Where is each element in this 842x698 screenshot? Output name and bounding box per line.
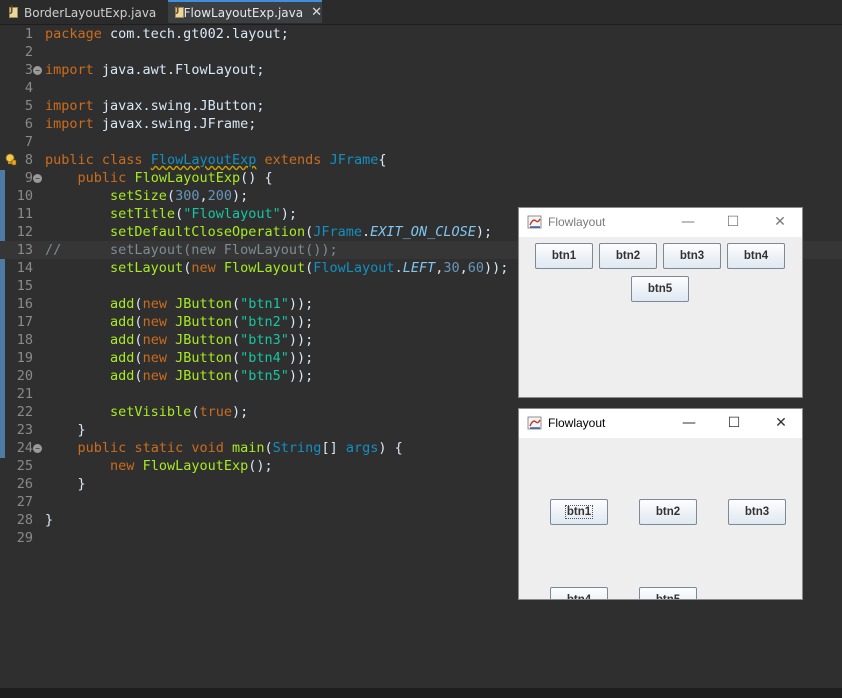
code-text: add(new JButton("btn4")); <box>110 350 314 366</box>
code-line[interactable]: 5 import javax.swing.JButton; <box>0 97 842 115</box>
btn4-button[interactable]: btn4 <box>727 243 785 269</box>
line-number: 29 <box>16 530 33 546</box>
line-number: 2 <box>24 44 33 60</box>
minimize-icon[interactable]: — <box>678 212 698 232</box>
line-number: 4 <box>24 80 33 96</box>
minimize-icon[interactable]: — <box>679 413 699 433</box>
java-file-icon <box>174 5 184 19</box>
line-number: 21 <box>16 386 33 402</box>
line-number: 22 <box>16 404 33 420</box>
code-line[interactable]: 2 <box>0 43 842 61</box>
code-text: setDefaultCloseOperation(JFrame.EXIT_ON_… <box>110 224 493 240</box>
code-text: add(new JButton("btn1")); <box>110 296 314 312</box>
tab-label: BorderLayoutExp.java <box>24 5 157 20</box>
java-file-icon <box>8 5 19 19</box>
code-text: import javax.swing.JFrame; <box>45 116 257 132</box>
code-text: add(new JButton("btn2")); <box>110 314 314 330</box>
code-text: public class FlowLayoutExp extends JFram… <box>45 152 387 168</box>
code-text: package com.tech.gt002.layout; <box>45 26 289 42</box>
window-title: Flowlayout <box>548 215 606 229</box>
btn3-button[interactable]: btn3 <box>663 243 721 269</box>
code-line[interactable]: 10 setSize(300,200); <box>0 187 842 205</box>
line-number: 6 <box>24 116 33 132</box>
code-line[interactable]: 3− import java.awt.FlowLayout; <box>0 61 842 79</box>
code-text: add(new JButton("btn3")); <box>110 332 314 348</box>
close-icon[interactable]: ✕ <box>770 212 790 232</box>
tab-flowlayoutexp[interactable]: FlowLayoutExp.java ✕ <box>168 0 322 23</box>
code-text: import javax.swing.JButton; <box>45 98 265 114</box>
flowlayout-window-2[interactable]: Flowlayout — ☐ ✕ btn1 btn2 btn3 btn4 btn… <box>518 408 803 600</box>
flowlayout-window-1[interactable]: Flowlayout — ☐ ✕ btn1 btn2 btn3 btn4 btn… <box>518 207 803 398</box>
line-number: 23 <box>16 422 33 438</box>
line-number: 3 <box>24 62 33 78</box>
window-title-bar[interactable]: Flowlayout — ☐ ✕ <box>519 409 802 438</box>
window-title: Flowlayout <box>548 416 606 430</box>
code-text: setSize(300,200); <box>110 188 249 204</box>
fold-minus-icon[interactable]: − <box>33 174 42 183</box>
code-line[interactable]: 8 public class FlowLayoutExp extends JFra… <box>0 151 842 169</box>
close-tab-icon[interactable]: ✕ <box>311 5 322 20</box>
line-number: 18 <box>16 332 33 348</box>
line-number: 19 <box>16 350 33 366</box>
code-text: } <box>45 476 86 492</box>
line-number: 10 <box>16 188 33 204</box>
line-number: 11 <box>16 206 33 222</box>
java-coffee-cup-icon <box>527 416 542 430</box>
code-text: setTitle("Flowlayout"); <box>110 206 298 222</box>
editor-bottom-bar <box>0 688 842 698</box>
line-number: 8 <box>24 152 33 168</box>
btn3-button[interactable]: btn3 <box>728 499 786 525</box>
code-text: new FlowLayoutExp(); <box>110 458 273 474</box>
code-text: add(new JButton("btn5")); <box>110 368 314 384</box>
btn1-button[interactable]: btn1 <box>550 499 608 525</box>
code-line[interactable]: 9− public FlowLayoutExp() { <box>0 169 842 187</box>
window-title-bar[interactable]: Flowlayout — ☐ ✕ <box>519 208 802 237</box>
line-number: 28 <box>16 512 33 528</box>
editor-tab-bar: BorderLayoutExp.java FlowLayoutExp.java … <box>0 0 842 25</box>
code-text: } <box>45 512 54 528</box>
tab-label: FlowLayoutExp.java <box>183 5 304 20</box>
code-line[interactable]: 4 <box>0 79 842 97</box>
btn2-button[interactable]: btn2 <box>639 499 697 525</box>
code-text: import java.awt.FlowLayout; <box>45 62 265 78</box>
maximize-icon[interactable]: ☐ <box>724 413 744 433</box>
java-coffee-cup-icon <box>527 215 542 229</box>
tab-borderlayoutexp[interactable]: BorderLayoutExp.java <box>8 2 163 23</box>
line-number: 24 <box>16 440 33 456</box>
fold-minus-icon[interactable]: − <box>33 66 42 75</box>
code-text: } <box>45 422 86 438</box>
code-text: public FlowLayoutExp() { <box>77 170 273 186</box>
code-text: // setLayout(new FlowLayout()); <box>45 242 338 258</box>
line-number: 7 <box>24 134 33 150</box>
line-number: 20 <box>16 368 33 384</box>
btn4-button[interactable]: btn4 <box>550 587 608 599</box>
code-line[interactable]: 6 import javax.swing.JFrame; <box>0 115 842 133</box>
btn1-button[interactable]: btn1 <box>535 243 593 269</box>
code-line[interactable]: 7 <box>0 133 842 151</box>
line-number: 14 <box>16 260 33 276</box>
window-content: btn1 btn2 btn3 btn4 btn5 <box>519 237 802 397</box>
window-content: btn1 btn2 btn3 btn4 btn5 <box>519 438 802 599</box>
code-text: public static void main(String[] args) { <box>77 440 403 456</box>
line-number: 1 <box>24 26 33 42</box>
line-number: 16 <box>16 296 33 312</box>
code-text: setLayout(new FlowLayout(FlowLayout.LEFT… <box>110 260 509 276</box>
line-number: 15 <box>16 278 33 294</box>
line-number: 26 <box>16 476 33 492</box>
line-number: 13 <box>16 242 33 258</box>
line-number: 25 <box>16 458 33 474</box>
line-number: 9 <box>24 170 33 186</box>
btn2-button[interactable]: btn2 <box>599 243 657 269</box>
code-text: setVisible(true); <box>110 404 249 420</box>
line-number: 17 <box>16 314 33 330</box>
line-number: 27 <box>16 494 33 510</box>
code-line[interactable]: 1 package com.tech.gt002.layout; <box>0 25 842 43</box>
btn5-button[interactable]: btn5 <box>639 587 697 599</box>
line-number: 12 <box>16 224 33 240</box>
fold-minus-icon[interactable]: − <box>33 444 42 453</box>
line-number: 5 <box>24 98 33 114</box>
maximize-icon[interactable]: ☐ <box>723 212 743 232</box>
btn5-button[interactable]: btn5 <box>631 276 689 302</box>
close-icon[interactable]: ✕ <box>771 413 791 433</box>
